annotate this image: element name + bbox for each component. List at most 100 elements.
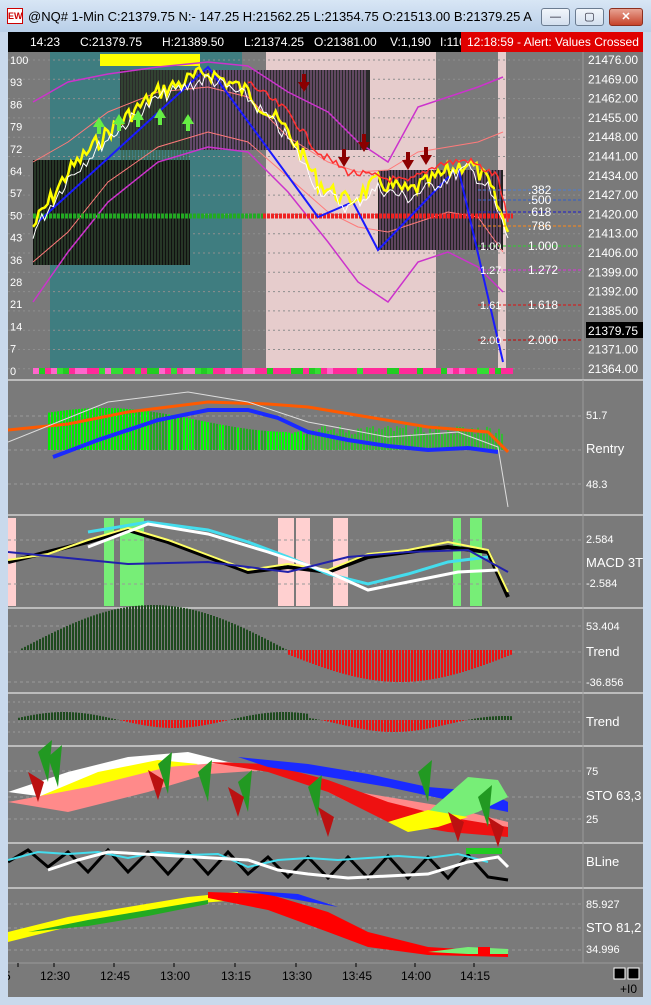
trend-bar — [342, 650, 344, 674]
fib-left-label: 1.00 — [480, 241, 501, 253]
trend-bar — [390, 650, 392, 682]
trend-bar — [276, 644, 278, 650]
alert-banner[interactable]: 12:18:59 - Alert: Values Crossed — [461, 32, 643, 52]
trend2-bar — [168, 720, 170, 728]
price-axis-label: 21413.00 — [588, 227, 638, 241]
trend2-bar — [492, 716, 494, 720]
strip-cell — [429, 368, 435, 374]
time-axis-label: 5 — [8, 969, 11, 983]
trend-bar — [117, 608, 119, 650]
trend-bar — [216, 617, 218, 650]
trend2-bar — [402, 720, 404, 732]
trend-bar — [288, 650, 290, 655]
trend2-bar — [174, 720, 176, 728]
trend-bar — [66, 625, 68, 650]
trend2-bar — [123, 720, 125, 722]
title-bar[interactable]: EW @NQ# 1-Min C:21379.75 N:- 147.25 H:21… — [0, 0, 651, 32]
time-axis: 5 12:30 12:45 13:00 13:15 13:30 13:45 14:00 14:1… — [8, 963, 490, 983]
rentry-bar — [195, 419, 197, 450]
trend2-bar — [333, 720, 335, 723]
trend2-bar — [255, 714, 257, 720]
trend-bar — [246, 629, 248, 650]
strip-cell — [165, 368, 171, 374]
rentry-bar — [303, 434, 305, 450]
rentry-bar — [51, 412, 53, 450]
price-axis-label: 21364.00 — [588, 362, 638, 376]
trend2-bar — [225, 720, 227, 721]
rentry-bar — [144, 410, 146, 450]
trend-bar — [486, 650, 488, 664]
price-axis-label: 21441.00 — [588, 150, 638, 164]
chart-window: EW @NQ# 1-Min C:21379.75 N:- 147.25 H:21… — [0, 0, 651, 1005]
rentry-bar — [420, 425, 422, 450]
rentry-bar — [189, 418, 191, 450]
trend2-bar — [135, 720, 137, 724]
trend2-bar — [162, 720, 164, 728]
chart-area[interactable]: .382.500.618.786 1.000 1.272 1.618 2.000 1.00… — [8, 52, 643, 997]
trend-bar — [204, 613, 206, 650]
trend-bar — [453, 650, 455, 675]
trend2-bar — [93, 714, 95, 720]
maximize-button[interactable]: ▢ — [575, 8, 604, 26]
rentry-bar — [252, 429, 254, 450]
trend2-bar — [366, 720, 368, 730]
trend-bar — [318, 650, 320, 667]
trend2-bar — [36, 714, 38, 720]
strip-cell — [405, 368, 411, 374]
trend2-bar — [240, 717, 242, 720]
trend2-bar — [207, 720, 209, 725]
rentry-bar — [261, 430, 263, 450]
trend2-bar — [348, 720, 350, 727]
trend2-bar — [336, 720, 338, 724]
rentry-bar — [99, 408, 101, 450]
chart-app-icon[interactable]: EW — [7, 8, 23, 24]
corner-button-2[interactable] — [627, 967, 640, 980]
left-axis-label: 28 — [10, 277, 22, 289]
trend-bar — [249, 631, 251, 650]
left-axis-label: 7 — [10, 344, 16, 356]
trend2-bar — [192, 720, 194, 727]
trend2-bar — [462, 720, 464, 721]
trend2-bar — [60, 712, 62, 720]
trend-bar — [234, 624, 236, 650]
minimize-button[interactable]: — — [541, 8, 570, 26]
sto2-label: STO 81,2 — [586, 920, 641, 935]
rentry-bar — [435, 428, 437, 450]
price-axis-label: 21406.00 — [588, 246, 638, 260]
rentry-bar — [327, 430, 329, 450]
trend-bar — [48, 634, 50, 650]
trend2-bar — [48, 712, 50, 720]
corner-button-1[interactable] — [613, 967, 626, 980]
trend-bar — [273, 643, 275, 650]
trend2-bar — [111, 718, 113, 720]
trend2-bar — [375, 720, 377, 731]
trend-bar — [471, 650, 473, 670]
time-axis-label: 14:00 — [401, 969, 431, 983]
trend-bar — [144, 605, 146, 650]
strip-cell — [213, 368, 219, 374]
chart-canvas[interactable]: .382.500.618.7861.0001.2721.6182.0001.00… — [8, 52, 643, 997]
trend2-bar — [30, 715, 32, 720]
trend2-bar — [387, 720, 389, 732]
trend-bar — [360, 650, 362, 678]
macd-bg — [470, 518, 482, 606]
status-low: L:21374.25 — [244, 35, 305, 49]
close-button[interactable]: ✕ — [609, 8, 643, 26]
trend2-bar — [186, 720, 188, 728]
trend-bar — [198, 611, 200, 650]
time-axis-label: 12:45 — [100, 969, 130, 983]
trend-bar — [327, 650, 329, 670]
time-axis-label: 13:00 — [160, 969, 190, 983]
trend-bar — [507, 650, 509, 656]
rentry-bar — [447, 427, 449, 450]
trend2-bar — [435, 720, 437, 727]
left-axis-label: 57 — [10, 188, 22, 200]
strip-cell — [105, 368, 111, 374]
rentry-bar — [54, 411, 56, 450]
trend-bar — [369, 650, 371, 680]
strip-cell — [249, 368, 255, 374]
strip-cell — [327, 368, 333, 374]
strip-cell — [393, 368, 399, 374]
trend2-bar — [84, 713, 86, 720]
rentry-bar — [288, 432, 290, 450]
